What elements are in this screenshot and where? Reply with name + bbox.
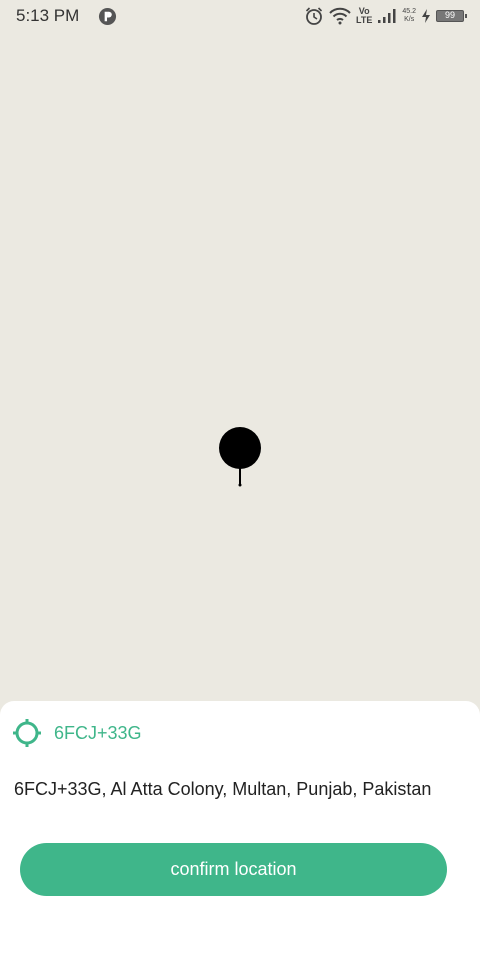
address-text: 6FCJ+33G, Al Atta Colony, Multan, Punjab… (14, 779, 432, 799)
network-speed-value: 45.2 (402, 8, 416, 15)
map-view[interactable] (0, 32, 480, 702)
wifi-icon (329, 7, 351, 25)
map-pin-icon (219, 427, 261, 487)
network-speed-unit: K/s (404, 16, 415, 23)
volte-icon: Vo LTE (356, 7, 372, 25)
status-bar: 5:13 PM Vo LTE 45.2 K/s 99 (0, 0, 480, 32)
my-location-icon[interactable] (12, 718, 42, 748)
network-speed: 45.2 K/s (402, 8, 416, 24)
charging-icon (422, 9, 430, 23)
battery-icon: 99 (436, 10, 467, 22)
status-time: 5:13 PM (16, 6, 80, 25)
volte-bottom-label: LTE (356, 15, 373, 25)
status-icons: Vo LTE 45.2 K/s 99 (304, 5, 467, 27)
place-code: 6FCJ+33G (54, 722, 142, 743)
place-row: 6FCJ+33G (12, 717, 142, 749)
battery-level: 99 (444, 10, 455, 20)
alarm-icon (305, 7, 323, 25)
p-app-icon (98, 7, 117, 26)
confirm-location-button[interactable]: confirm location (20, 843, 447, 896)
signal-icon (378, 9, 396, 23)
location-bottom-sheet: 6FCJ+33G 6FCJ+33G, Al Atta Colony, Multa… (0, 701, 480, 960)
app-screen: 5:13 PM Vo LTE 45.2 K/s 99 6FCJ+33G 6FCJ… (0, 0, 480, 960)
